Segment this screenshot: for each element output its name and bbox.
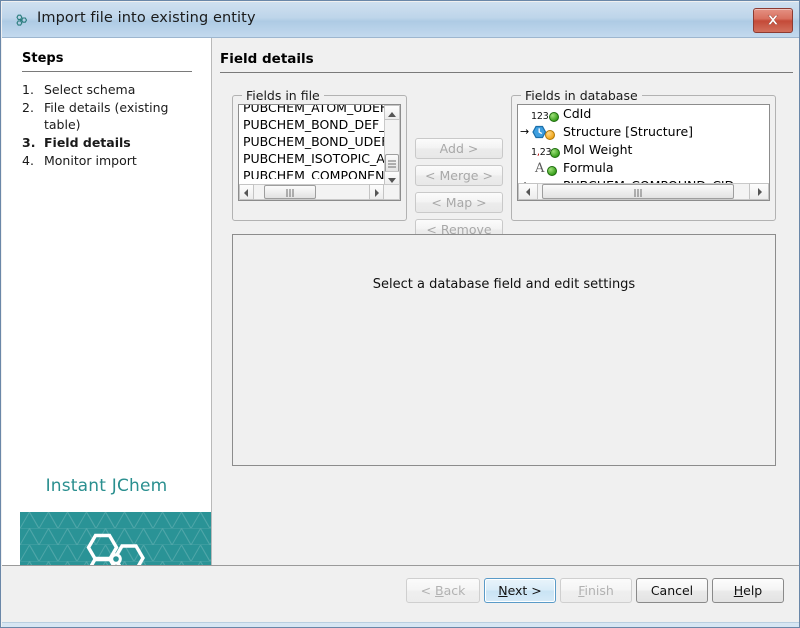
list-item[interactable]: PUBCHEM_COMPONENT — [239, 167, 384, 179]
step-label: Monitor import — [44, 152, 137, 169]
file-list-scroll-left-button[interactable] — [239, 184, 254, 200]
step-number: 3. — [22, 134, 44, 151]
db-list-item[interactable]: 123 CdId — [518, 105, 752, 123]
list-item[interactable]: PUBCHEM_BOND_UDEF_ — [239, 133, 384, 150]
step-item-3: 3. Field details — [22, 134, 200, 151]
finish-button[interactable]: Finish — [560, 578, 632, 603]
fields-in-database-items: 123 CdId → Structure [S — [518, 105, 752, 185]
wizard-button-bar: < Back Next > Finish Cancel Help — [2, 565, 800, 628]
step-number: 1. — [22, 81, 44, 98]
mapped-arrow-icon: → — [520, 123, 530, 141]
fields-in-file-legend: Fields in file — [242, 88, 324, 103]
steps-panel: Steps 1. Select schema 2. File details (… — [2, 38, 212, 565]
add-button[interactable]: Add > — [415, 138, 503, 159]
window-title: Import file into existing entity — [37, 10, 256, 26]
list-item[interactable]: PUBCHEM_ATOM_UDEF — [239, 104, 384, 116]
status-strip — [2, 622, 800, 628]
step-label: File details (existing table) — [44, 99, 200, 133]
field-settings-panel: Select a database field and edit setting… — [232, 234, 776, 466]
settings-placeholder-message: Select a database field and edit setting… — [233, 277, 775, 292]
panel-divider — [220, 72, 793, 73]
structure-type-icon — [530, 123, 560, 141]
page-title: Field details — [220, 51, 314, 67]
fields-in-database-listbox[interactable]: 123 CdId → Structure [S — [517, 104, 770, 201]
steps-divider — [22, 71, 192, 72]
fields-in-file-group: Fields in file PUBCHEM_ATOM_UDEF PUBCHEM… — [232, 95, 407, 221]
step-item-4: 4. Monitor import — [22, 152, 200, 169]
db-field-label: Formula — [563, 159, 614, 177]
db-list-item[interactable]: 1,23 Mol Weight — [518, 141, 752, 159]
db-list-item[interactable]: → Structure [Structure] — [518, 123, 752, 141]
step-item-2: 2. File details (existing table) — [22, 99, 200, 133]
fields-in-file-items: PUBCHEM_ATOM_UDEF PUBCHEM_BOND_DEF_S PUB… — [239, 104, 384, 179]
fields-in-file-listbox[interactable]: PUBCHEM_ATOM_UDEF PUBCHEM_BOND_DEF_S PUB… — [238, 104, 401, 201]
back-button[interactable]: < Back — [406, 578, 480, 603]
db-list-scroll-left-button[interactable] — [518, 183, 538, 200]
steps-heading: Steps — [22, 51, 63, 66]
step-label: Select schema — [44, 81, 135, 98]
next-button[interactable]: Next > — [484, 578, 556, 603]
db-list-scroll-right-button[interactable] — [749, 183, 769, 200]
step-number: 4. — [22, 152, 44, 169]
brand-name: Instant JChem — [2, 476, 211, 496]
steps-list: 1. Select schema 2. File details (existi… — [22, 81, 200, 170]
decimal-type-icon: 1,23 — [530, 141, 560, 159]
step-label: Field details — [44, 134, 131, 151]
db-list-item[interactable]: A Formula — [518, 159, 752, 177]
step-item-1: 1. Select schema — [22, 81, 200, 98]
map-button[interactable]: < Map > — [415, 192, 503, 213]
step-number: 2. — [22, 99, 44, 116]
help-button[interactable]: Help — [712, 578, 784, 603]
cancel-button[interactable]: Cancel — [636, 578, 708, 603]
list-item[interactable]: PUBCHEM_BOND_DEF_S — [239, 116, 384, 133]
db-field-label: Structure [Structure] — [563, 123, 693, 141]
db-field-label: CdId — [563, 105, 591, 123]
hexagons-icon — [13, 12, 30, 29]
db-list-hscroll-thumb[interactable] — [542, 184, 734, 199]
import-wizard-window: Import file into existing entity Steps 1… — [0, 0, 800, 628]
file-list-scroll-right-button[interactable] — [369, 184, 384, 200]
file-list-hscroll-thumb[interactable] — [264, 185, 316, 199]
fields-in-database-group: Fields in database 123 CdId → — [511, 95, 776, 221]
field-details-pane: Field details Fields in file PUBCHEM_ATO… — [212, 38, 800, 565]
window-title-bar: Import file into existing entity — [2, 2, 800, 38]
file-list-scroll-up-button[interactable] — [384, 105, 400, 120]
merge-button[interactable]: < Merge > — [415, 165, 503, 186]
int-type-icon: 123 — [530, 105, 560, 123]
text-type-icon: A — [530, 159, 560, 177]
list-item[interactable]: PUBCHEM_ISOTOPIC_A — [239, 150, 384, 167]
close-button[interactable] — [753, 8, 793, 33]
fields-in-database-legend: Fields in database — [521, 88, 642, 103]
db-field-label: Mol Weight — [563, 141, 632, 159]
